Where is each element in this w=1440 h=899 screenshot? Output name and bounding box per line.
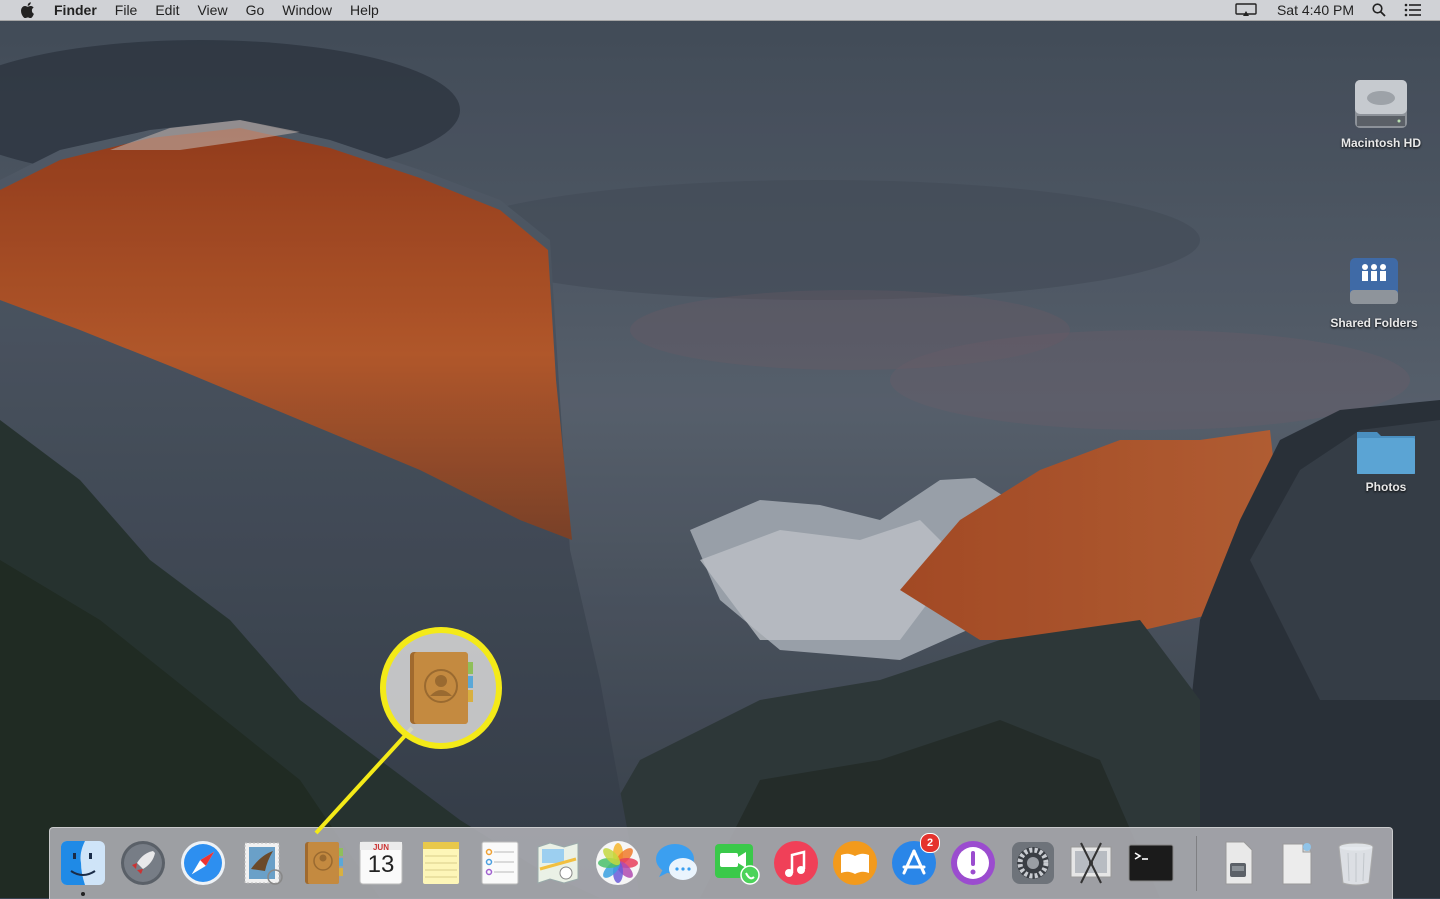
contacts-app-icon <box>410 652 473 724</box>
dock-app-launchpad[interactable] <box>117 837 169 889</box>
trash-icon <box>1338 842 1374 886</box>
terminal-icon <box>1128 844 1174 882</box>
dock-separator <box>1196 836 1197 891</box>
ibooks-icon <box>833 841 877 885</box>
launchpad-rocket-icon <box>121 841 165 885</box>
dock-stack-documents[interactable] <box>1271 837 1323 889</box>
hard-drive-icon <box>1355 80 1407 128</box>
desktop-icon-label: Shared Folders <box>1330 316 1418 330</box>
shared-folders-drive-icon <box>1350 258 1398 304</box>
menu-bar: Finder File Edit View Go Window Help Sat… <box>0 0 1440 21</box>
menu-view[interactable]: View <box>197 0 227 20</box>
callout-highlight-circle <box>380 627 502 749</box>
dock-app-contacts[interactable] <box>297 837 349 889</box>
app-store-update-badge: 2 <box>920 833 940 853</box>
airplay-display-icon[interactable] <box>1235 3 1259 17</box>
desktop-icon-shared-folders[interactable]: Shared Folders <box>1314 252 1434 330</box>
desktop-icon-label: Photos <box>1365 480 1407 494</box>
dock-app-app-store[interactable]: 2 <box>888 833 940 889</box>
dock-app-notes[interactable] <box>415 837 467 889</box>
dock-app-terminal[interactable] <box>1125 837 1177 889</box>
facetime-camera-icon <box>715 844 760 885</box>
menu-help[interactable]: Help <box>350 0 379 20</box>
menu-file[interactable]: File <box>115 0 138 20</box>
dock-app-photos[interactable] <box>592 837 644 889</box>
system-preferences-gear-icon <box>1012 842 1054 884</box>
scissors-icon <box>1070 842 1112 884</box>
dock-app-calendar[interactable]: JUN 13 <box>355 837 407 889</box>
dock-app-system-preferences[interactable] <box>1007 837 1059 889</box>
dock-app-screenshot-utility[interactable] <box>1065 837 1117 889</box>
messages-bubble-icon <box>656 844 697 880</box>
desktop-wallpaper <box>0 0 1440 898</box>
notification-center-icon[interactable] <box>1404 3 1422 17</box>
dock-app-facetime[interactable] <box>710 837 762 889</box>
menu-edit[interactable]: Edit <box>155 0 179 20</box>
maps-icon <box>537 842 579 884</box>
menubar-clock[interactable]: Sat 4:40 PM <box>1277 2 1354 18</box>
desktop-icon-macintosh-hd[interactable]: Macintosh HD <box>1321 72 1440 150</box>
contacts-book-icon <box>305 842 343 884</box>
dock-app-ibooks[interactable] <box>829 837 881 889</box>
dock-app-mail[interactable] <box>237 837 289 889</box>
document-stack-icon <box>1282 843 1312 885</box>
dock-trash[interactable] <box>1330 837 1382 889</box>
dock-app-messages[interactable] <box>651 837 703 889</box>
notes-icon <box>423 842 459 884</box>
finder-icon <box>61 841 105 885</box>
dock-app-itunes[interactable] <box>770 837 822 889</box>
finder-running-indicator <box>81 892 85 896</box>
dock-app-safari[interactable] <box>177 837 229 889</box>
menu-app-name[interactable]: Finder <box>54 0 97 20</box>
spotlight-search-icon[interactable] <box>1372 3 1386 17</box>
downloads-stack-icon <box>1225 841 1253 885</box>
photos-flower-icon <box>596 841 640 885</box>
menu-window[interactable]: Window <box>282 0 332 20</box>
dock: JUN 13 2 <box>49 827 1393 899</box>
reminders-list-icon <box>481 841 519 885</box>
dock-stack-downloads[interactable] <box>1212 837 1264 889</box>
safari-compass-icon <box>181 841 225 885</box>
dock-app-reminders[interactable] <box>474 837 526 889</box>
desktop-icon-photos-folder[interactable]: Photos <box>1326 424 1440 494</box>
itunes-music-icon <box>774 841 818 885</box>
desktop-icon-label: Macintosh HD <box>1340 136 1421 150</box>
menu-go[interactable]: Go <box>246 0 265 20</box>
folder-icon <box>1357 432 1415 474</box>
feedback-exclamation-icon <box>951 841 995 885</box>
apple-logo-icon[interactable] <box>20 1 36 19</box>
calendar-day: 13 <box>367 851 395 878</box>
mail-stamp-icon <box>244 842 283 885</box>
dock-app-feedback-assistant[interactable] <box>947 837 999 889</box>
dock-app-finder[interactable] <box>57 837 109 889</box>
dock-app-maps[interactable] <box>532 837 584 889</box>
